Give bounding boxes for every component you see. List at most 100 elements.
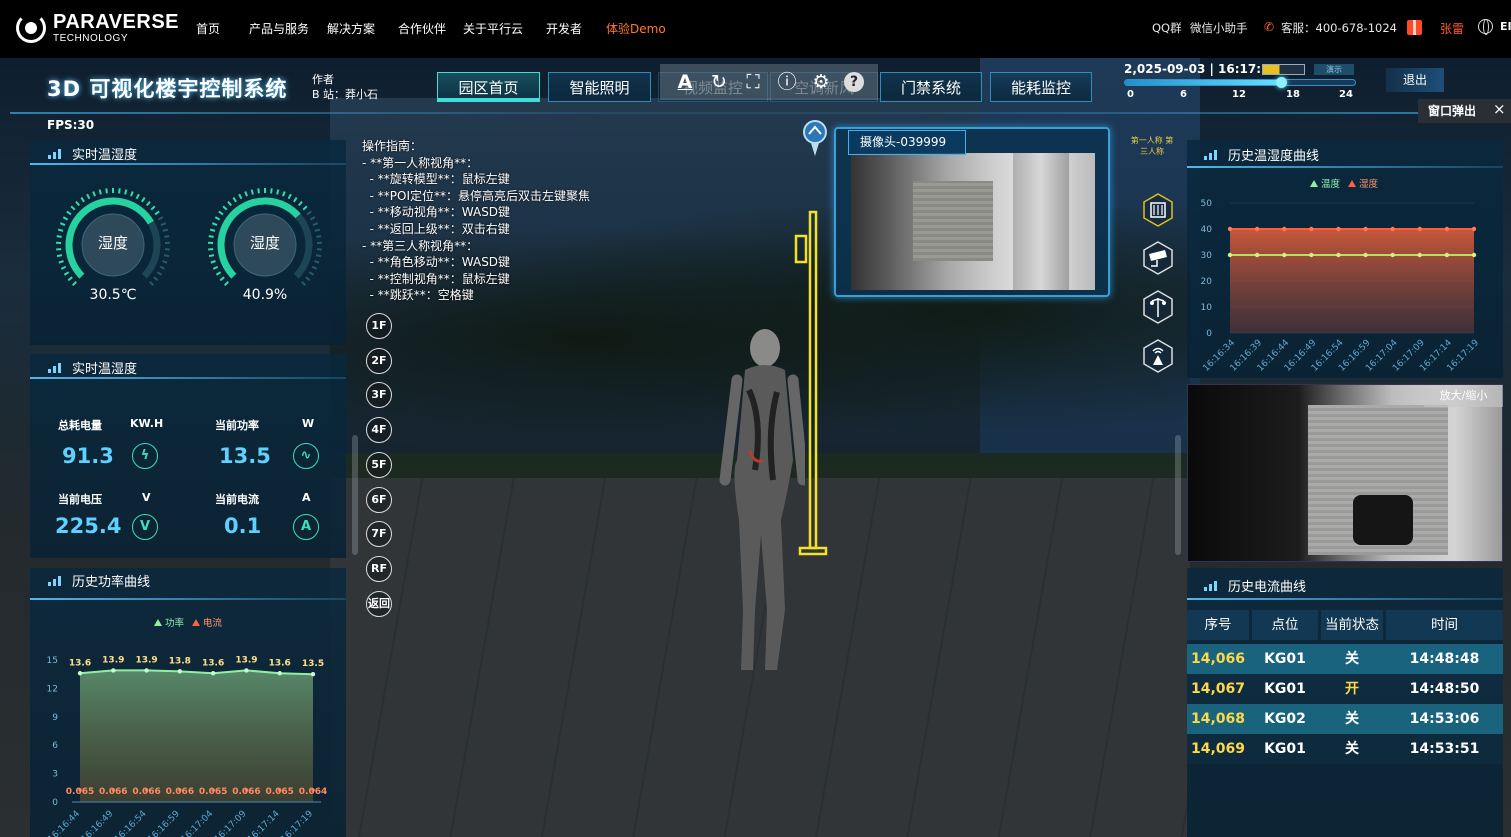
humidity-point <box>1309 226 1314 232</box>
nav-service-phone[interactable]: 客服：400-678-1024 <box>1281 20 1397 36</box>
floor-button[interactable]: 5F <box>366 451 392 478</box>
tab-energy-monitor[interactable]: 能耗监控 <box>990 72 1092 102</box>
bolt-icon: ϟ <box>132 443 158 469</box>
amp-icon: A <box>293 514 319 540</box>
humidity-point <box>1254 226 1260 232</box>
power-legend: 功率 电流 <box>154 615 222 629</box>
right-scrollbar[interactable] <box>1175 435 1181 555</box>
current-data-label: 0.064 <box>299 787 327 797</box>
gauge-tick <box>210 260 216 264</box>
nav-solutions[interactable]: 解决方案 <box>327 20 375 37</box>
table-row[interactable]: 14,069 KG01 关 14:53:51 <box>1187 734 1503 764</box>
table-header-state[interactable]: 当前状态 <box>1321 610 1383 640</box>
cctv-icon[interactable] <box>1143 241 1173 275</box>
tab-smart-lighting[interactable]: 智能照明 <box>548 72 651 102</box>
volt-icon: V <box>132 514 158 540</box>
panel-title: 历史功率曲线 <box>72 574 151 590</box>
metric-label: 当前电压 <box>58 493 102 506</box>
paraverse-logo[interactable]: PARAVERSE TECHNOLOGY <box>16 10 179 46</box>
x-tick-label: 16:17:14 <box>246 809 282 837</box>
table-cell-state: 关 <box>1345 651 1359 667</box>
power-data-label: 13.9 <box>235 655 257 665</box>
time-slider[interactable] <box>1124 77 1356 88</box>
gift-icon[interactable] <box>1407 20 1422 35</box>
panel-divider <box>1187 598 1503 600</box>
gauge-tick <box>80 197 85 203</box>
current-data-label: 0.065 <box>265 787 293 797</box>
nav-partners[interactable]: 合作伙伴 <box>398 20 446 37</box>
floor-button[interactable]: RF <box>366 555 392 582</box>
humidity-point <box>1363 226 1368 232</box>
temperature-point <box>1363 252 1368 258</box>
street-light-icon[interactable] <box>1143 290 1173 324</box>
gauge-tick <box>86 193 91 200</box>
building-icon[interactable] <box>1143 193 1173 227</box>
close-icon[interactable]: × <box>1493 100 1506 118</box>
nav-about[interactable]: 关于平行云 <box>463 20 523 37</box>
legend-marker <box>154 619 162 626</box>
highlighted-light-pole[interactable] <box>790 206 830 556</box>
x-tick-label: 16:16:54 <box>113 809 149 837</box>
gauge-tick <box>270 188 273 194</box>
weather-badge: 演示 <box>1314 64 1354 75</box>
nav-developers[interactable]: 开发者 <box>546 20 582 37</box>
floor-button[interactable]: 1F <box>366 313 392 339</box>
view-mode-label[interactable]: 第一人称 第三人称 <box>1130 135 1174 157</box>
info-icon[interactable]: ⓘ <box>776 71 798 93</box>
settings-icon[interactable]: ⚙ <box>810 71 832 93</box>
y-tick-label: 0 <box>1206 329 1212 339</box>
table-cell-id: 14,066 <box>1190 651 1246 667</box>
floor-button[interactable]: 7F <box>366 521 392 548</box>
gauge-tick <box>62 216 69 221</box>
globe-icon[interactable] <box>1478 19 1493 35</box>
nav-wechat-helper[interactable]: 微信小助手 <box>1190 20 1248 36</box>
left-scrollbar[interactable] <box>352 435 358 555</box>
metric-unit: W <box>302 417 315 430</box>
table-header-time[interactable]: 时间 <box>1386 610 1503 640</box>
table-cell-time: 14:53:06 <box>1409 711 1480 727</box>
floor-button[interactable]: 6F <box>366 486 392 513</box>
help-icon[interactable]: ? <box>844 72 864 92</box>
camera-feed-large[interactable] <box>1187 384 1503 562</box>
fullscreen-icon[interactable]: ⛶ <box>742 71 764 93</box>
table-cell-state: 开 <box>1345 681 1359 697</box>
table-row[interactable]: 14,068 KG02 关 14:53:06 <box>1187 704 1503 734</box>
nav-qq-group[interactable]: QQ群 <box>1152 20 1182 36</box>
nav-home[interactable]: 首页 <box>196 20 220 37</box>
table-row[interactable]: 14,067 KG01 开 14:48:50 <box>1187 674 1503 704</box>
floor-button[interactable]: 返回 <box>366 590 392 617</box>
tab-park-home[interactable]: 园区首页 <box>437 72 540 102</box>
table-header-point[interactable]: 点位 <box>1252 610 1318 640</box>
refresh-icon[interactable]: ↻ <box>708 71 730 93</box>
power-point <box>177 669 183 674</box>
language-switch[interactable]: EI <box>1500 20 1511 33</box>
zoom-toggle-button[interactable]: 放大/缩小 <box>1424 385 1503 407</box>
gauge-tick <box>311 265 318 270</box>
table-cell-point: KG01 <box>1264 681 1306 697</box>
camera-feed-image[interactable] <box>851 153 1095 290</box>
poi-marker-icon[interactable] <box>801 118 829 158</box>
nav-demo[interactable]: 体验Demo <box>606 20 666 37</box>
temperature-point <box>1309 252 1314 258</box>
text-icon[interactable]: A <box>674 71 696 93</box>
table-header-id[interactable]: 序号 <box>1187 610 1249 640</box>
nav-products[interactable]: 产品与服务 <box>249 20 309 37</box>
current-data-label: 0.066 <box>132 787 160 797</box>
timeline-tick: 18 <box>1286 89 1300 100</box>
current-data-label: 0.066 <box>99 787 127 797</box>
table-row[interactable]: 14,066 KG01 关 14:48:48 <box>1187 644 1503 674</box>
floor-button[interactable]: 4F <box>366 417 392 444</box>
tab-access-control[interactable]: 门禁系统 <box>880 72 982 102</box>
floor-button[interactable]: 2F <box>366 347 392 374</box>
gauge-value: 30.5℃ <box>89 287 137 303</box>
exit-button[interactable]: 退出 <box>1386 68 1444 92</box>
metric-label: 总耗电量 <box>58 419 102 432</box>
power-point <box>244 668 249 673</box>
broadcast-icon[interactable] <box>1143 339 1173 373</box>
gauge-tick <box>163 254 170 258</box>
header-divider <box>10 112 1510 114</box>
metric-label: 当前电流 <box>215 493 259 506</box>
humidity-point <box>1336 226 1341 232</box>
gauge-tick <box>56 254 63 258</box>
user-name[interactable]: 张雷 <box>1440 20 1464 37</box>
